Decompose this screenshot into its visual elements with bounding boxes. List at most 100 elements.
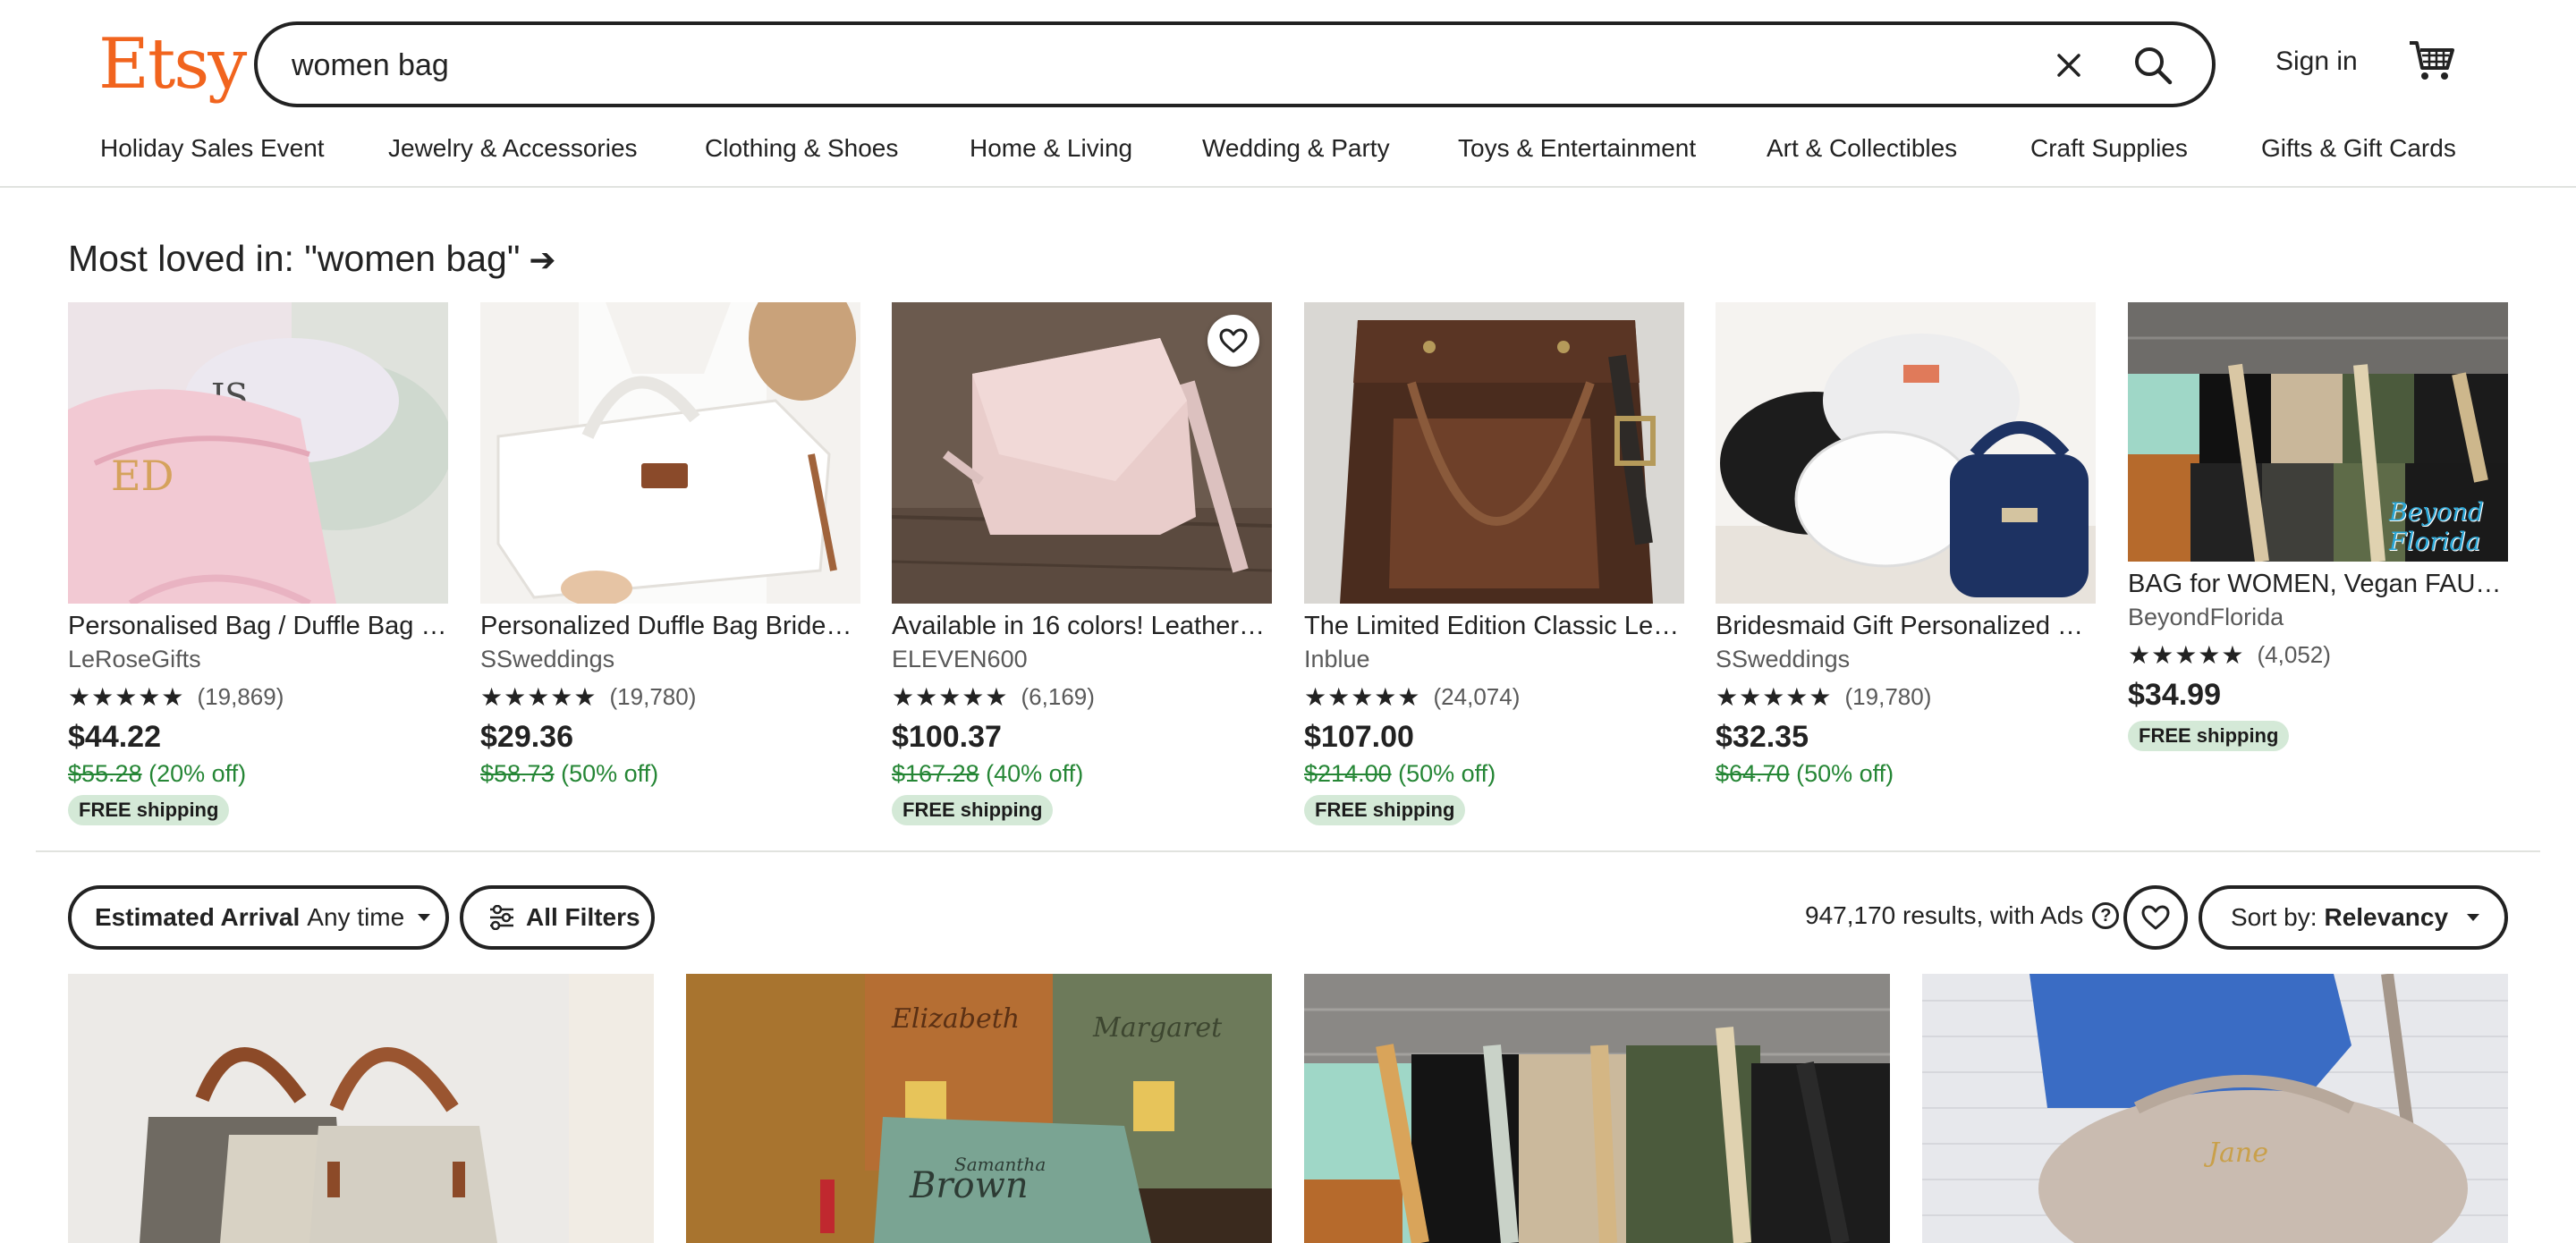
crossbody-bags-collection-image: [1304, 974, 1890, 1243]
review-count: (6,169): [1021, 682, 1095, 710]
caret-down-icon: [418, 914, 431, 921]
bridesmaid-duffle-bags-image: [1716, 302, 2096, 604]
sort-dropdown[interactable]: Sort by: Relevancy: [2199, 885, 2508, 950]
results-text: 947,170 results, with Ads: [1805, 901, 2084, 929]
category-toys[interactable]: Toys & Entertainment: [1458, 134, 1696, 163]
category-holiday-sales[interactable]: Holiday Sales Event: [100, 134, 325, 163]
category-craft[interactable]: Craft Supplies: [2030, 134, 2188, 163]
category-clothing[interactable]: Clothing & Shoes: [705, 134, 898, 163]
listing-card[interactable]: Beyond Florida BAG for WOMEN, Vegan FAUX…: [2128, 302, 2508, 751]
svg-text:Jane: Jane: [2203, 1137, 2268, 1169]
discount: $58.73 (50% off): [480, 757, 860, 790]
estimated-arrival-value: Any time: [307, 903, 405, 931]
discount: $167.28 (40% off): [892, 757, 1272, 790]
original-price: $64.70: [1716, 760, 1790, 787]
rating: ★★★★★ (19,780): [480, 679, 860, 715]
sign-in-link[interactable]: Sign in: [2275, 47, 2358, 77]
listing-image[interactable]: [892, 302, 1272, 604]
original-price: $55.28: [68, 760, 142, 787]
review-count: (24,074): [1433, 682, 1521, 710]
discount-percent: (20% off): [148, 760, 247, 787]
review-count: (19,780): [609, 682, 697, 710]
result-listing-image[interactable]: [1304, 974, 1890, 1243]
listing-title[interactable]: Personalized Duffle Bag Bridesmaid Gift …: [480, 609, 860, 643]
discount-percent: (40% off): [986, 760, 1084, 787]
listing-title[interactable]: BAG for WOMEN, Vegan FAUX Leather Crossb…: [2128, 567, 2508, 601]
star-rating: ★★★★★: [68, 682, 185, 711]
listing-image[interactable]: Beyond Florida: [2128, 302, 2508, 562]
category-gifts[interactable]: Gifts & Gift Cards: [2261, 134, 2456, 163]
favorite-button[interactable]: [1208, 315, 1259, 367]
discount: $55.28 (20% off): [68, 757, 448, 790]
listing-title[interactable]: The Limited Edition Classic Leather Tote: [1304, 609, 1684, 643]
search-icon: [2135, 47, 2173, 85]
original-price: $58.73: [480, 760, 555, 787]
all-filters-button[interactable]: All Filters: [460, 885, 655, 950]
listing-card[interactable]: The Limited Edition Classic Leather Tote…: [1304, 302, 1684, 825]
listing-card[interactable]: Bridesmaid Gift Personalized Duffle Bag …: [1716, 302, 2096, 790]
shop-name: SSweddings: [1716, 646, 1851, 672]
price: $44.22: [68, 720, 161, 754]
rating: ★★★★★ (4,052): [2128, 637, 2508, 672]
svg-text:Elizabeth: Elizabeth: [891, 1003, 1020, 1035]
price: $29.36: [480, 720, 573, 754]
search-input[interactable]: [292, 43, 1991, 88]
star-rating: ★★★★★: [892, 682, 1009, 711]
discount-percent: (50% off): [1398, 760, 1496, 787]
discount-percent: (50% off): [1796, 760, 1894, 787]
review-count: (4,052): [2257, 640, 2331, 668]
category-nav: Holiday Sales Event Jewelry & Accessorie…: [0, 134, 2576, 170]
heart-icon: [2141, 905, 2170, 930]
category-art[interactable]: Art & Collectibles: [1767, 134, 1957, 163]
discount: $214.00 (50% off): [1304, 757, 1684, 790]
shop-name: Inblue: [1304, 646, 1370, 672]
arrow-right-icon: ➔: [529, 241, 556, 278]
sort-label: Sort by:: [2231, 903, 2318, 931]
result-listing-image[interactable]: Elizabeth Margaret Brown Samantha: [686, 974, 1272, 1243]
beige-duffle-bag-image: Jane: [1922, 974, 2508, 1243]
price: $100.37: [892, 720, 1002, 754]
listing-card[interactable]: Personalized Duffle Bag Bridesmaid Gift …: [480, 302, 860, 790]
rating: ★★★★★ (24,074): [1304, 679, 1684, 715]
svg-text:Margaret: Margaret: [1092, 1012, 1223, 1044]
listing-image[interactable]: [1716, 302, 2096, 604]
review-count: (19,780): [1844, 682, 1932, 710]
category-home-living[interactable]: Home & Living: [970, 134, 1132, 163]
results-count: 947,170 results, with Ads ?: [1805, 901, 2120, 930]
category-jewelry[interactable]: Jewelry & Accessories: [388, 134, 638, 163]
listing-card[interactable]: Available in 16 colors! Leather Crossbod…: [892, 302, 1272, 825]
free-shipping-badge: FREE shipping: [68, 795, 230, 825]
search-submit-button[interactable]: [2125, 38, 2181, 93]
free-shipping-badge: FREE shipping: [2128, 721, 2290, 751]
listing-card[interactable]: JS ED Personalised Bag / Duffle Bag / Tr…: [68, 302, 448, 825]
filter-sliders-icon: [490, 905, 513, 930]
star-rating: ★★★★★: [480, 682, 597, 711]
star-rating: ★★★★★: [1304, 682, 1421, 711]
review-count: (19,869): [197, 682, 284, 710]
free-shipping-badge: FREE shipping: [1304, 795, 1466, 825]
pink-duffle-bag-image: JS ED: [68, 302, 448, 604]
result-listing-image[interactable]: Jane: [1922, 974, 2508, 1243]
brown-leather-tote-image: [1304, 302, 1684, 604]
listing-title[interactable]: Personalised Bag / Duffle Bag / Travel B…: [68, 609, 448, 643]
most-loved-title-text: Most loved in: "women bag": [68, 238, 521, 279]
rating: ★★★★★ (19,780): [1716, 679, 2096, 715]
listing-title[interactable]: Available in 16 colors! Leather Crossbod…: [892, 609, 1272, 643]
category-wedding[interactable]: Wedding & Party: [1202, 134, 1390, 163]
estimated-arrival-filter[interactable]: Estimated Arrival Any time: [68, 885, 449, 950]
price: $34.99: [2128, 678, 2221, 712]
listing-image[interactable]: JS ED: [68, 302, 448, 604]
etsy-logo[interactable]: Etsy: [98, 20, 247, 109]
listing-image[interactable]: [1304, 302, 1684, 604]
listing-title[interactable]: Bridesmaid Gift Personalized Duffle Bag: [1716, 609, 2096, 643]
shop-name: ELEVEN600: [892, 646, 1028, 672]
original-price: $167.28: [892, 760, 979, 787]
favorite-search-button[interactable]: [2123, 885, 2188, 950]
caret-down-icon: [2467, 914, 2480, 921]
help-icon[interactable]: ?: [2092, 902, 2120, 929]
cart-button[interactable]: [2406, 36, 2456, 86]
result-listing-image[interactable]: [68, 974, 654, 1243]
listing-image[interactable]: [480, 302, 860, 604]
most-loved-title[interactable]: Most loved in: "women bag" ➔: [68, 238, 556, 280]
clear-search-button[interactable]: [2046, 43, 2091, 88]
